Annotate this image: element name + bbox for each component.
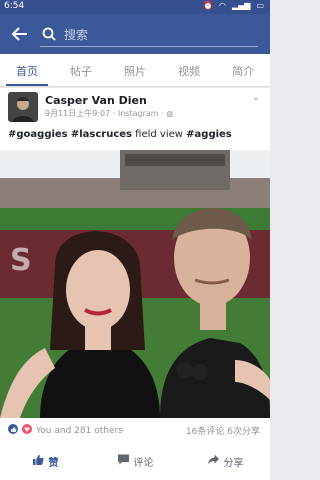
- comment-label: 评论: [133, 457, 154, 469]
- tab-photos[interactable]: 照片: [108, 54, 162, 86]
- reaction-bar[interactable]: You and 281 others 16条评论 6次分享: [0, 418, 270, 443]
- like-label: 赞: [48, 457, 59, 469]
- app-bar: 搜索: [0, 14, 270, 54]
- share-button[interactable]: 分享: [180, 442, 270, 480]
- chevron-down-icon[interactable]: ⌄: [252, 92, 260, 103]
- status-time: 6:54: [4, 1, 25, 11]
- love-reaction-icon: [22, 424, 32, 437]
- status-bar: 6:54 ⏰ ◠ ▂▄▆ ▭: [0, 0, 270, 14]
- tab-home[interactable]: 首页: [0, 54, 54, 86]
- share-label: 分享: [223, 457, 244, 469]
- battery-icon: ▭: [256, 1, 264, 10]
- avatar[interactable]: [8, 92, 38, 122]
- page-tabs: 首页 帖子 照片 视频 简介: [0, 54, 270, 87]
- tab-videos[interactable]: 视频: [162, 54, 216, 86]
- post-photo[interactable]: S: [0, 150, 270, 418]
- like-button[interactable]: 赞: [0, 442, 90, 480]
- tab-about[interactable]: 简介: [216, 54, 270, 86]
- comment-button[interactable]: 评论: [90, 442, 180, 480]
- like-reaction-icon: [8, 424, 18, 437]
- selfie-image: S: [0, 150, 270, 418]
- search-placeholder: 搜索: [64, 28, 89, 42]
- tab-posts[interactable]: 帖子: [54, 54, 108, 86]
- back-arrow-icon[interactable]: [10, 24, 32, 46]
- caption-text: field view: [135, 129, 183, 140]
- alarm-icon: ⏰: [203, 1, 213, 10]
- hashtag[interactable]: #goaggies: [8, 129, 68, 140]
- status-icons: ⏰ ◠ ▂▄▆ ▭: [203, 1, 264, 10]
- hashtag[interactable]: #aggies: [186, 129, 232, 140]
- share-arrow-icon: [207, 453, 220, 469]
- post-actions: 赞 评论 分享: [0, 442, 270, 480]
- signal-icon: ▂▄▆: [231, 1, 251, 10]
- comment-share-stats[interactable]: 16条评论 6次分享: [186, 424, 260, 437]
- post-caption: #goaggies #lascruces field view #aggies: [8, 129, 232, 140]
- search-field[interactable]: 搜索: [40, 22, 258, 47]
- post-author[interactable]: Casper Van Dien: [45, 94, 147, 107]
- comment-icon: [117, 453, 130, 469]
- search-icon: [42, 26, 56, 45]
- svg-text:S: S: [10, 243, 32, 278]
- post-meta: 9月11日上午9:07 · Instagram · ◍: [45, 108, 173, 119]
- thumbs-up-icon: [32, 453, 45, 469]
- globe-icon: ◍: [166, 109, 174, 118]
- reaction-count: You and 281 others: [36, 425, 123, 436]
- hashtag[interactable]: #lascruces: [71, 129, 132, 140]
- reaction-summary[interactable]: You and 281 others: [8, 424, 123, 437]
- post-timestamp: 9月11日上午9:07 · Instagram ·: [45, 109, 167, 118]
- wifi-icon: ◠: [218, 1, 226, 10]
